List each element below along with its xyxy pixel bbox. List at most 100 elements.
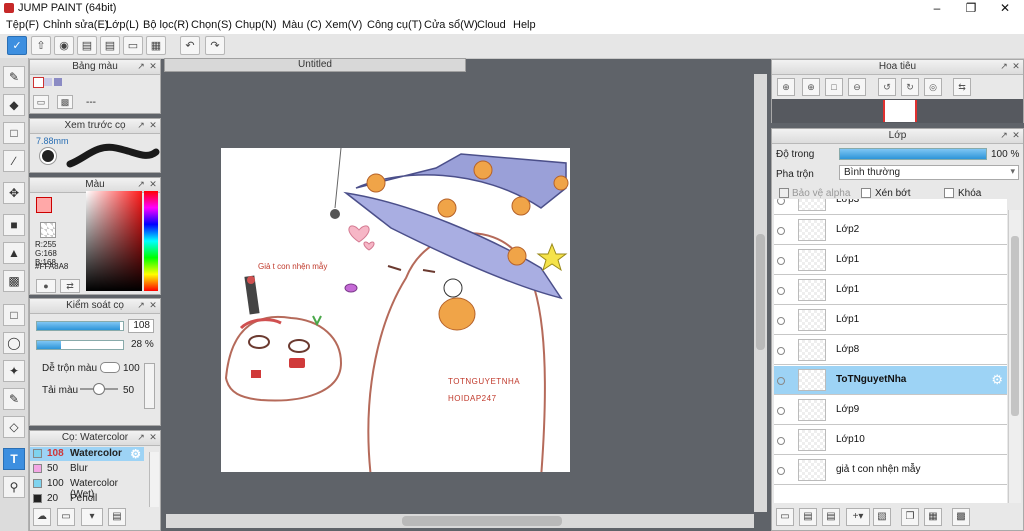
duplicate-layer-icon[interactable]: ❐: [901, 508, 919, 526]
navigator-thumbnail[interactable]: [883, 100, 917, 122]
layer-row[interactable]: Lớp8: [774, 336, 1007, 365]
popout-icon[interactable]: ↗: [136, 120, 146, 130]
layer-row[interactable]: ToTNguyetNha ⚙: [774, 366, 1007, 395]
close-icon[interactable]: ✕: [148, 300, 158, 310]
layer-row[interactable]: Lớp9: [774, 396, 1007, 425]
lock-checkbox[interactable]: [944, 188, 954, 198]
brush-item-watercolor[interactable]: 108 Watercolor ⚙: [30, 447, 144, 461]
brush-size-value[interactable]: 108: [128, 319, 154, 333]
layer-row[interactable]: Lớp1: [774, 246, 1007, 275]
select-eraser-icon[interactable]: ◇: [3, 416, 25, 438]
menu-layer[interactable]: Lớp(L): [106, 19, 139, 31]
gear-icon[interactable]: ⚙: [130, 447, 141, 461]
menu-help[interactable]: Help: [513, 19, 536, 31]
new-palette-icon[interactable]: ▭: [33, 95, 49, 109]
brush-item-pencil[interactable]: 20 Pencil: [30, 492, 144, 506]
add-layer-menu-icon[interactable]: +▾: [846, 508, 870, 526]
popout-icon[interactable]: ↗: [999, 61, 1009, 71]
document-icon[interactable]: ▤: [100, 36, 120, 55]
menu-file[interactable]: Tệp(F): [6, 19, 39, 31]
color-mode-icon[interactable]: ●: [36, 279, 56, 293]
text-tool-icon[interactable]: T: [3, 448, 25, 470]
close-button[interactable]: ✕: [988, 0, 1022, 17]
folder-icon[interactable]: ▧: [873, 508, 891, 526]
brush-opacity-slider[interactable]: [36, 340, 124, 350]
eraser-tool-icon[interactable]: ◆: [3, 94, 25, 116]
close-icon[interactable]: ✕: [148, 179, 158, 189]
line-tool-icon[interactable]: ∕: [3, 150, 25, 172]
magic-wand-icon[interactable]: ✦: [3, 360, 25, 382]
close-icon[interactable]: ✕: [148, 432, 158, 442]
visibility-eye-icon[interactable]: [777, 347, 785, 355]
fit-window-icon[interactable]: □: [825, 78, 843, 96]
menu-view[interactable]: Xem(V): [325, 19, 362, 31]
menu-capture[interactable]: Chụp(N): [235, 19, 277, 31]
redo-icon[interactable]: ↷: [205, 36, 225, 55]
document-tab[interactable]: Untitled: [164, 58, 466, 72]
brush-menu-icon[interactable]: ▾: [81, 508, 103, 526]
undo-icon[interactable]: ↶: [180, 36, 200, 55]
layer-row[interactable]: Lớp1: [774, 276, 1007, 305]
close-icon[interactable]: ✕: [148, 120, 158, 130]
zoom-in-icon[interactable]: ⊕: [802, 78, 820, 96]
marquee-icon[interactable]: □: [3, 304, 25, 326]
hscroll-thumb[interactable]: [402, 516, 562, 526]
zoom-fit-icon[interactable]: ⊕: [777, 78, 795, 96]
background-color-swatch[interactable]: [40, 222, 56, 238]
visibility-eye-icon[interactable]: [777, 467, 785, 475]
zoom-out-icon[interactable]: ⊖: [848, 78, 866, 96]
popout-icon[interactable]: ↗: [136, 300, 146, 310]
new-brush-icon[interactable]: ▭: [57, 508, 75, 526]
gear-icon[interactable]: ⚙: [991, 372, 1003, 388]
delete-layer-icon[interactable]: ▩: [952, 508, 970, 526]
new-layer-icon[interactable]: ▭: [776, 508, 794, 526]
color-swap-icon[interactable]: ⇄: [60, 279, 80, 293]
visibility-eye-icon[interactable]: [777, 257, 785, 265]
brush-list-scrollbar[interactable]: [149, 452, 159, 507]
layer-opacity-slider[interactable]: [839, 148, 987, 160]
popout-icon[interactable]: ↗: [999, 130, 1009, 140]
page-icon[interactable]: ▭: [123, 36, 143, 55]
layer-row[interactable]: Lớp10: [774, 426, 1007, 455]
brush-size-slider[interactable]: [36, 321, 124, 331]
layer-row[interactable]: giả t con nhện mẫy: [774, 456, 1007, 485]
saturation-value-picker[interactable]: [86, 191, 142, 291]
message-icon[interactable]: ▤: [77, 36, 97, 55]
menu-cloud[interactable]: Cloud: [477, 19, 506, 31]
brush-item-blur[interactable]: 50 Blur: [30, 462, 144, 476]
vscroll-thumb[interactable]: [756, 234, 765, 350]
rotate-right-icon[interactable]: ↻: [901, 78, 919, 96]
blend-mode-select[interactable]: Bình thường ▾: [839, 165, 1019, 180]
brush-settings-icon[interactable]: ▤: [108, 508, 126, 526]
popout-icon[interactable]: ↗: [136, 61, 146, 71]
move-tool-icon[interactable]: ✥: [3, 182, 25, 204]
palette-swatch-white[interactable]: [33, 77, 44, 88]
close-icon[interactable]: ✕: [1011, 61, 1021, 71]
rotate-left-icon[interactable]: ↺: [878, 78, 896, 96]
hue-slider[interactable]: [144, 191, 158, 291]
fill-rect-icon[interactable]: ■: [3, 214, 25, 236]
brush-tool-icon[interactable]: ✎: [3, 66, 25, 88]
share-icon[interactable]: ⇧: [31, 36, 51, 55]
foreground-color-swatch[interactable]: [36, 197, 52, 213]
menu-window[interactable]: Cửa sổ(W): [424, 19, 478, 31]
minimize-button[interactable]: –: [920, 0, 954, 17]
palette-swatch-purple[interactable]: [54, 78, 62, 86]
menu-select[interactable]: Chọn(S): [191, 19, 232, 31]
delete-palette-icon[interactable]: ▩: [57, 95, 73, 109]
comment-icon[interactable]: ◉: [54, 36, 74, 55]
layer-row[interactable]: Lớp2: [774, 216, 1007, 245]
blend-toggle[interactable]: [100, 362, 120, 373]
visibility-eye-icon[interactable]: [777, 407, 785, 415]
select-pen-icon[interactable]: ✎: [3, 388, 25, 410]
navigator-preview-area[interactable]: [772, 99, 1023, 123]
visibility-eye-icon[interactable]: [777, 317, 785, 325]
brush-control-scrollbar[interactable]: [144, 363, 155, 409]
popout-icon[interactable]: ↗: [136, 179, 146, 189]
gradient-tool-icon[interactable]: ▩: [3, 270, 25, 292]
brush-upload-icon[interactable]: ☁: [33, 508, 51, 526]
canvas-vertical-scrollbar[interactable]: [754, 74, 767, 512]
layer-row[interactable]: Lớp3: [774, 199, 1007, 215]
lasso-icon[interactable]: ◯: [3, 332, 25, 354]
menu-filter[interactable]: Bộ lọc(R): [143, 19, 189, 31]
